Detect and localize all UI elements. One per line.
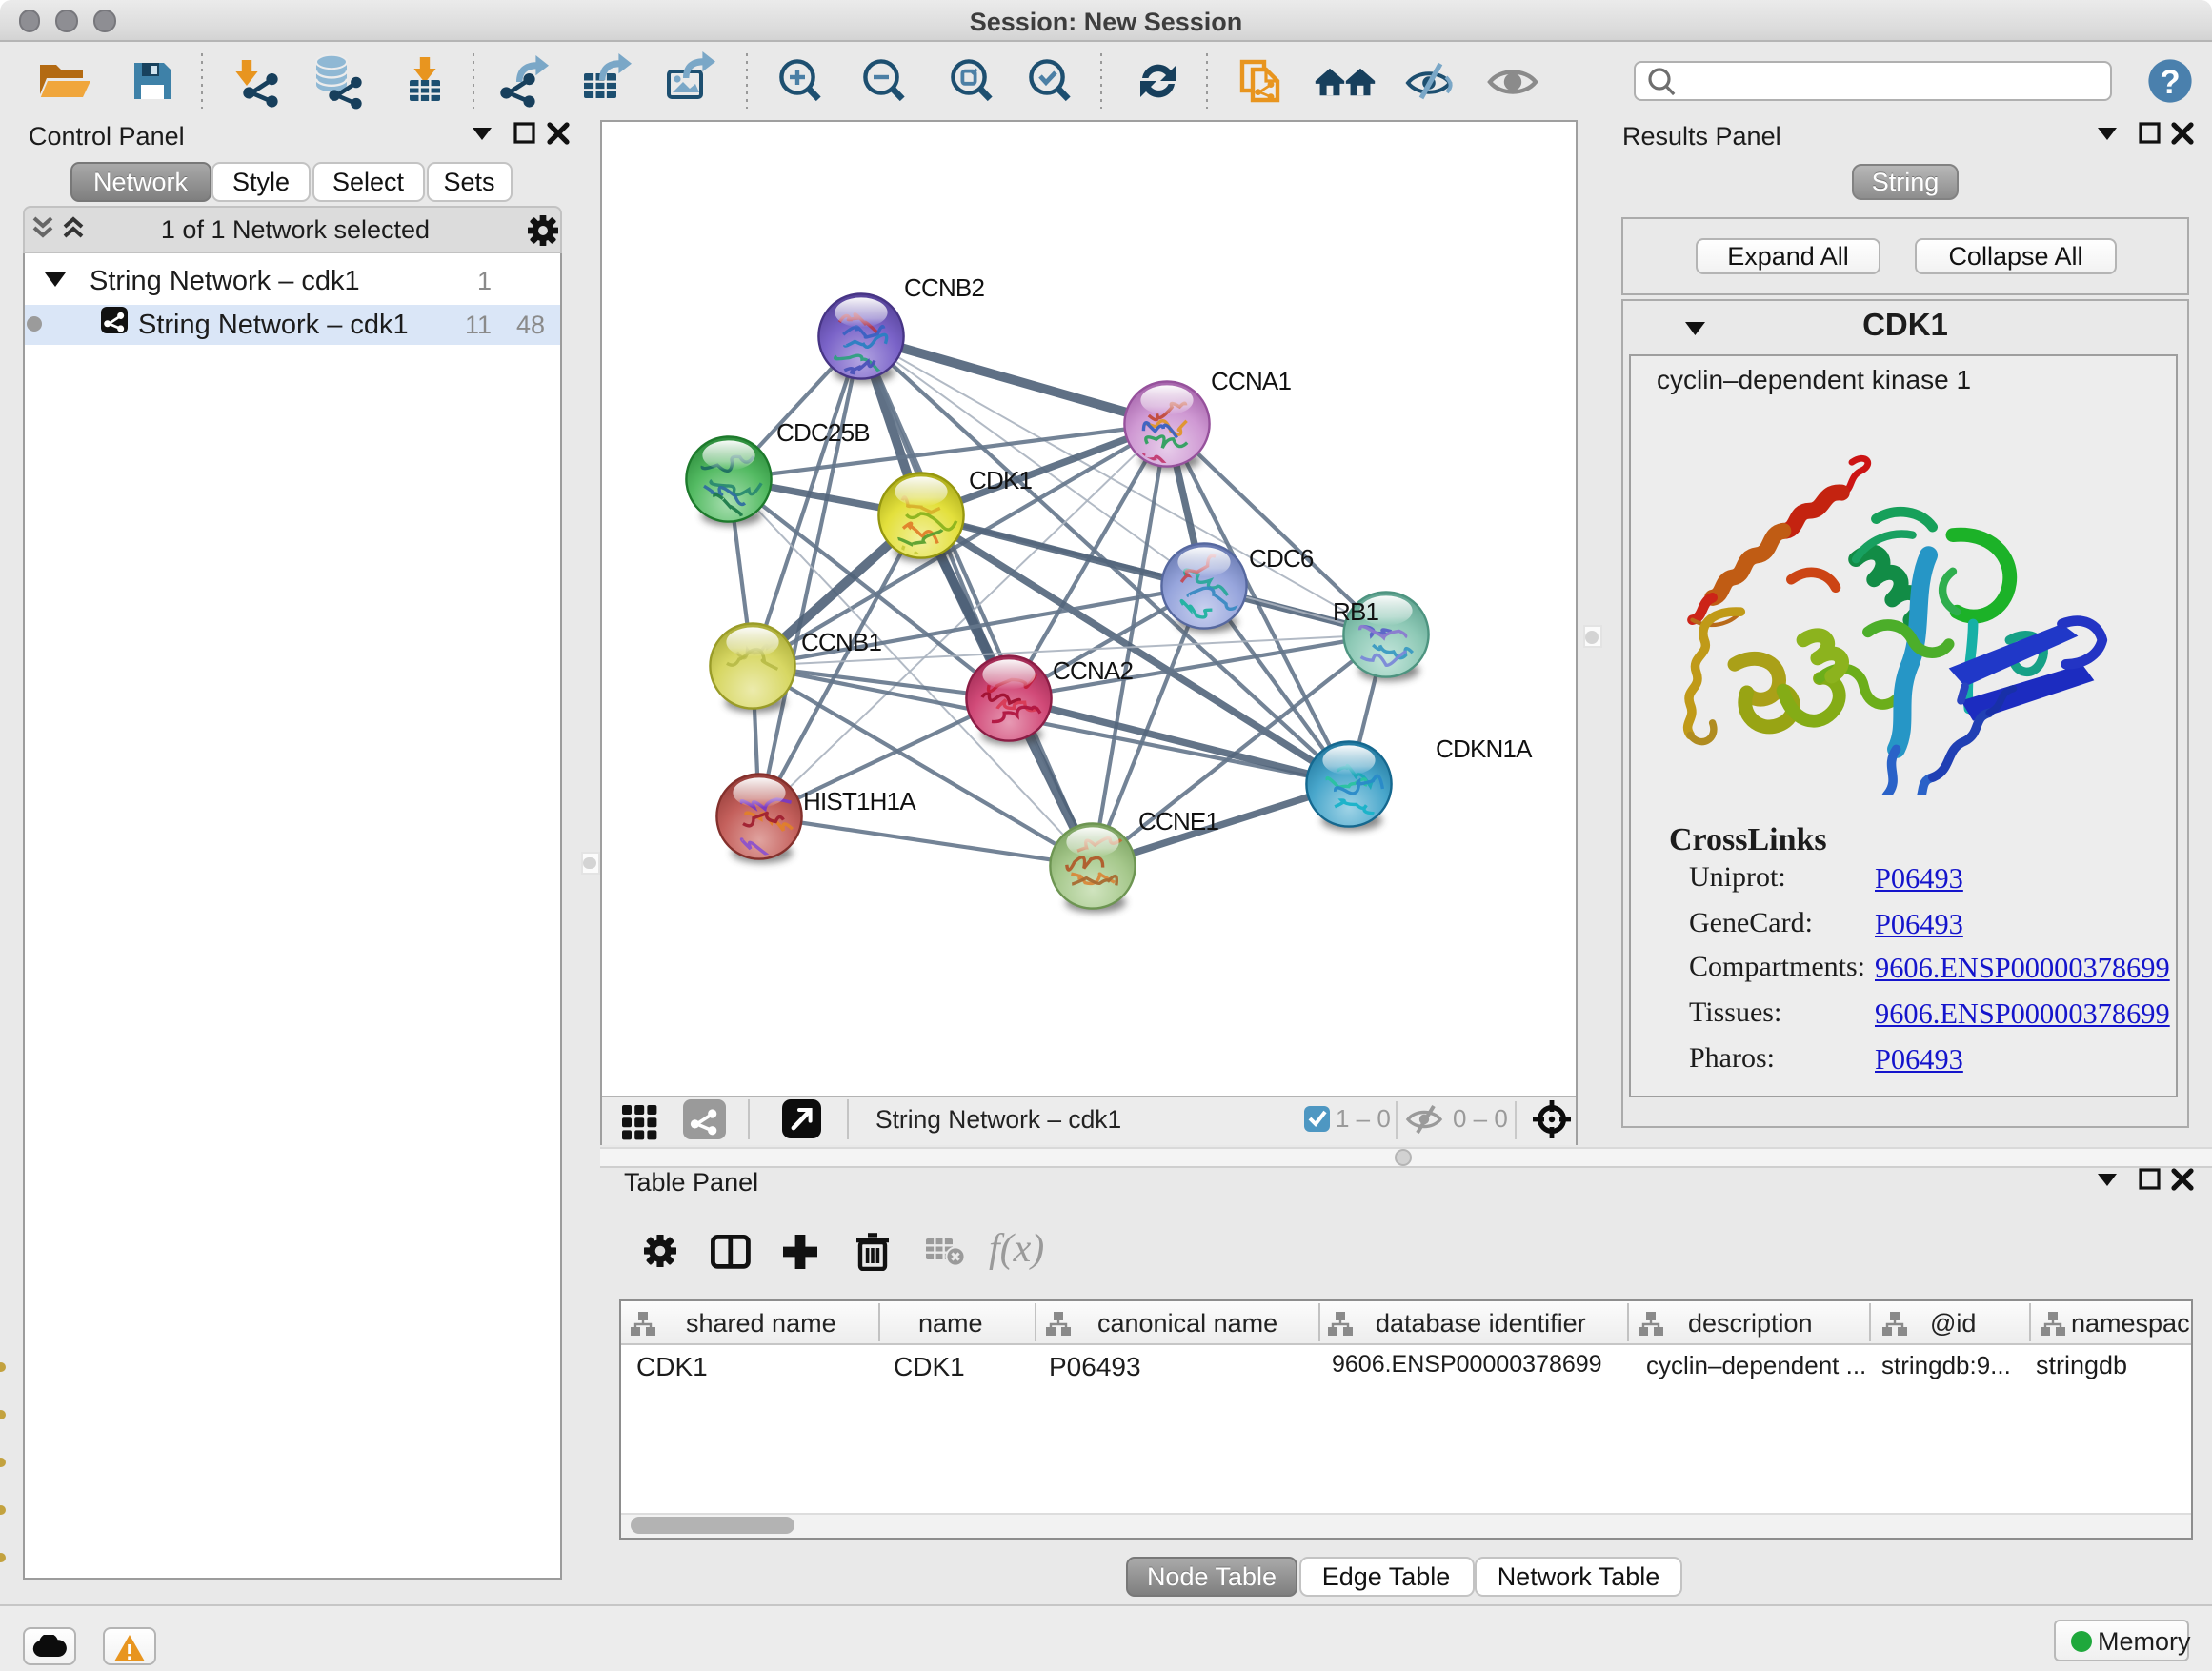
svg-text:CDC6: CDC6 bbox=[1248, 543, 1313, 572]
svg-text:HIST1H1A: HIST1H1A bbox=[802, 786, 915, 815]
svg-text:CCNE1: CCNE1 bbox=[1137, 806, 1217, 835]
svg-text:CDC25B: CDC25B bbox=[775, 417, 869, 446]
svg-text:CDKN1A: CDKN1A bbox=[1435, 734, 1532, 762]
svg-text:CCNB2: CCNB2 bbox=[903, 272, 983, 301]
svg-text:CCNA1: CCNA1 bbox=[1210, 366, 1290, 394]
svg-text:CDK1: CDK1 bbox=[968, 465, 1031, 493]
svg-text:RB1: RB1 bbox=[1332, 596, 1378, 625]
svg-text:?: ? bbox=[2160, 63, 2180, 100]
svg-text:CCNB1: CCNB1 bbox=[800, 627, 880, 655]
svg-text:CCNA2: CCNA2 bbox=[1052, 655, 1132, 684]
